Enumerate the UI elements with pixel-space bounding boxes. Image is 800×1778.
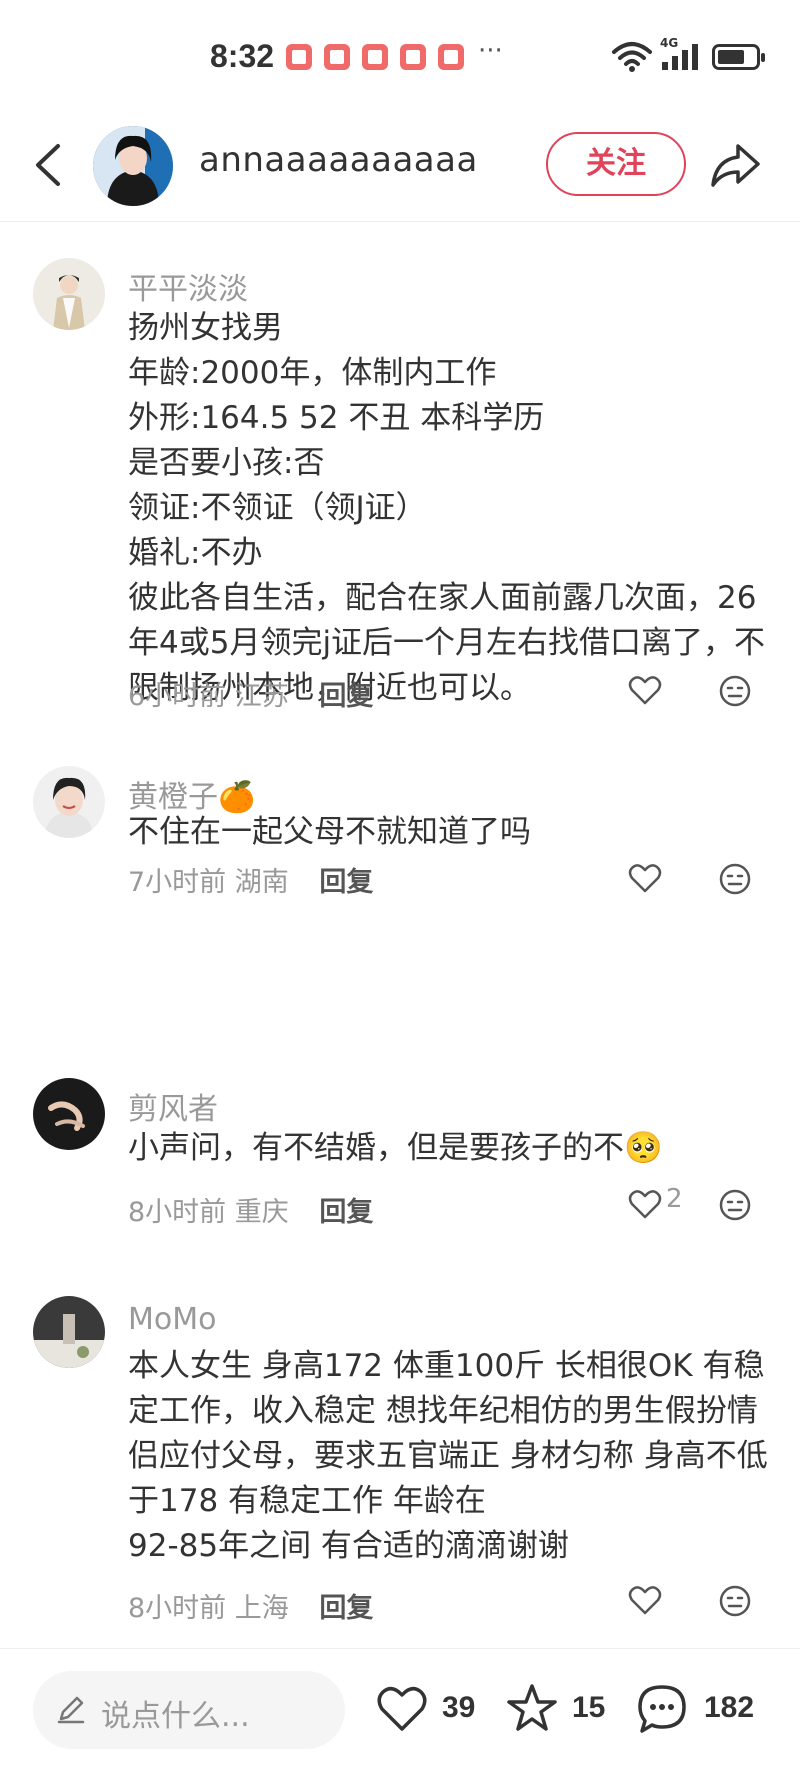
author-avatar[interactable] [93,126,173,206]
heart-icon[interactable] [374,1681,430,1737]
more-notifications-indicator: ··· [478,36,503,66]
comment-meta: 6小时前 江苏 回复 [128,674,373,713]
post-header: annaaaaaaaaaa 关注 [0,110,800,222]
commenter-avatar[interactable] [33,1078,105,1150]
comment-icon[interactable] [634,1681,690,1737]
comment-time: 6小时前 [128,681,227,712]
comment-location: 上海 [234,1593,289,1624]
heart-icon[interactable] [628,1188,662,1220]
follow-button[interactable]: 关注 [546,132,686,196]
commenter-avatar[interactable] [33,258,105,330]
dislike-icon[interactable] [718,1188,752,1222]
notification-icon [362,44,388,70]
signal-icon [662,44,698,70]
commenter-name[interactable]: MoMo [128,1302,216,1337]
share-icon[interactable] [708,138,762,192]
comment-count: 182 [704,1691,755,1724]
comment-text: 小声问，有不结婚，但是要孩子的不🥺 [128,1130,663,1166]
comment-location: 重庆 [234,1197,289,1228]
dislike-icon[interactable] [718,862,752,896]
author-username[interactable]: annaaaaaaaaaa [199,140,478,180]
wifi-icon [612,42,652,72]
bottom-action-bar: 说点什么... 39 15 182 [0,1648,800,1778]
commenter-name[interactable]: 剪风者 [128,1084,218,1128]
status-bar: 8:32 ··· 4G [0,0,800,110]
dislike-icon[interactable] [718,674,752,708]
comment-location: 湖南 [234,867,289,898]
comment-text: 本人女生 身高172 体重100斤 长相很OK 有稳定工作，收入稳定 想找年纪相… [128,1348,768,1564]
comment-text: 不住在一起父母不就知道了吗 [128,814,531,850]
comment-time: 7小时前 [128,867,227,898]
comment-meta: 8小时前 上海 回复 [128,1586,373,1625]
commenter-avatar[interactable] [33,766,105,838]
reply-button[interactable]: 回复 [319,1197,373,1228]
reply-button[interactable]: 回复 [319,681,373,712]
commenter-avatar[interactable] [33,1296,105,1368]
heart-icon[interactable] [628,674,662,706]
comment-input-placeholder: 说点什么... [101,1699,250,1734]
comment-text: 扬州女找男 年龄:2000年，体制内工作 外形:164.5 52 不丑 本科学历… [128,310,766,706]
like-count: 39 [442,1691,476,1724]
notification-icon [286,44,312,70]
reply-button[interactable]: 回复 [319,1593,373,1624]
comment-input[interactable]: 说点什么... [33,1671,345,1749]
reply-button[interactable]: 回复 [319,867,373,898]
comment-time: 8小时前 [128,1593,227,1624]
status-time: 8:32 [210,38,275,74]
back-button[interactable] [26,140,72,190]
comment-like-count: 2 [666,1184,683,1214]
favorite-count: 15 [572,1691,606,1724]
notification-icon [324,44,350,70]
star-icon[interactable] [504,1681,560,1737]
pencil-icon [57,1696,85,1724]
heart-icon[interactable] [628,862,662,894]
comment-time: 8小时前 [128,1197,227,1228]
notification-icon [438,44,464,70]
commenter-name[interactable]: 平平淡淡 [128,264,248,308]
dislike-icon[interactable] [718,1584,752,1618]
heart-icon[interactable] [628,1584,662,1616]
battery-icon [712,44,765,70]
comment-meta: 7小时前 湖南 回复 [128,860,373,899]
notification-icon [400,44,426,70]
comment-meta: 8小时前 重庆 回复 [128,1190,373,1229]
comment-location: 江苏 [234,681,289,712]
